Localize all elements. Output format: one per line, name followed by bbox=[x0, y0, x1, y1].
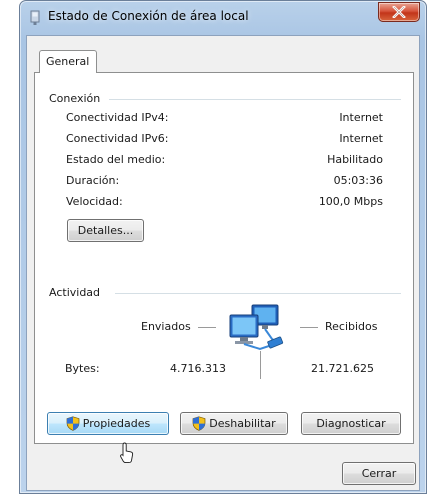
bytes-label: Bytes: bbox=[65, 362, 100, 375]
row-label-ipv4: Conectividad IPv4: bbox=[66, 111, 169, 124]
close-button[interactable]: Cerrar bbox=[342, 462, 416, 485]
close-button-label: Cerrar bbox=[361, 467, 397, 480]
received-connector-line bbox=[300, 327, 318, 328]
group-label-activity: Actividad bbox=[49, 286, 105, 299]
bytes-received-value: 21.721.625 bbox=[311, 362, 374, 375]
window: Estado de Conexión de área local General… bbox=[19, 0, 427, 494]
network-icon bbox=[30, 10, 40, 25]
network-computers-icon bbox=[229, 304, 284, 351]
row-value-duration: 05:03:36 bbox=[333, 174, 383, 187]
row-label-speed: Velocidad: bbox=[66, 195, 123, 208]
window-title: Estado de Conexión de área local bbox=[48, 9, 249, 23]
received-label: Recibidos bbox=[325, 320, 378, 333]
bytes-sent-value: 4.716.313 bbox=[170, 362, 226, 375]
row-value-media-state: Habilitado bbox=[327, 153, 383, 166]
details-button-label: Detalles... bbox=[77, 224, 134, 237]
disable-button[interactable]: Deshabilitar bbox=[180, 412, 288, 435]
row-value-speed: 100,0 Mbps bbox=[318, 195, 383, 208]
row-label-ipv6: Conectividad IPv6: bbox=[66, 132, 169, 145]
properties-button-label: Propiedades bbox=[82, 417, 151, 430]
tab-general[interactable]: General bbox=[39, 50, 97, 73]
tab-label: General bbox=[46, 55, 90, 68]
details-button[interactable]: Detalles... bbox=[67, 219, 144, 242]
sent-label: Enviados bbox=[141, 320, 191, 333]
row-label-duration: Duración: bbox=[66, 174, 120, 187]
uac-shield-icon bbox=[66, 416, 80, 431]
dialog-client-area: General Conexión Conectividad IPv4: Inte… bbox=[26, 35, 420, 491]
group-divider bbox=[109, 99, 401, 100]
diagnose-button-label: Diagnosticar bbox=[316, 417, 386, 430]
group-label-connection: Conexión bbox=[49, 92, 105, 105]
mouse-cursor-icon bbox=[120, 442, 134, 464]
diagnose-button[interactable]: Diagnosticar bbox=[301, 412, 401, 435]
uac-shield-icon bbox=[192, 416, 206, 431]
sent-connector-line bbox=[198, 327, 216, 328]
group-divider bbox=[115, 293, 401, 294]
row-label-media-state: Estado del medio: bbox=[66, 153, 166, 166]
close-window-button[interactable] bbox=[378, 2, 420, 22]
close-icon bbox=[392, 6, 406, 18]
tab-panel-general: Conexión Conectividad IPv4: Internet Con… bbox=[34, 72, 414, 444]
activity-separator-line bbox=[260, 351, 261, 379]
disable-button-label: Deshabilitar bbox=[209, 417, 276, 430]
row-value-ipv4: Internet bbox=[339, 111, 383, 124]
title-bar[interactable]: Estado de Conexión de área local bbox=[20, 1, 426, 35]
row-value-ipv6: Internet bbox=[339, 132, 383, 145]
properties-button[interactable]: Propiedades bbox=[47, 412, 169, 435]
